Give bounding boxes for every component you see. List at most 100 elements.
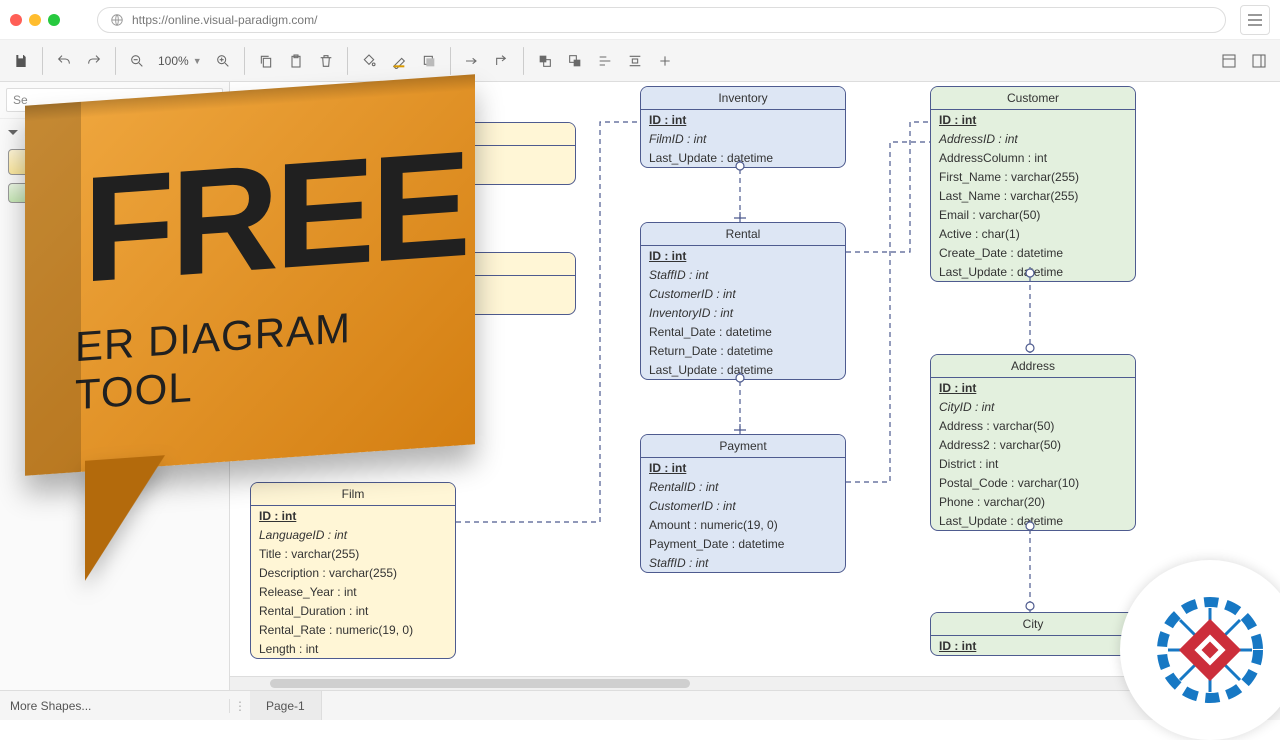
more-shapes-button[interactable]: More Shapes... [0,699,230,713]
distribute-button[interactable] [621,47,649,75]
entity-city[interactable]: City ID : int [930,612,1136,656]
entity-field: FilmID : int [641,129,845,148]
to-front-button[interactable] [531,47,559,75]
connector-elbow-button[interactable] [488,47,516,75]
entity-field: AddressID : int [931,129,1135,148]
zoom-in-button[interactable] [209,47,237,75]
entity-title: Rental [641,223,845,246]
app-body: Se En Film ID : int LanguageID : intTitl… [0,82,1280,690]
entity-film[interactable]: Film ID : int LanguageID : intTitle : va… [250,482,456,659]
more-shapes-label: More Shapes... [10,699,91,713]
paste-button[interactable] [282,47,310,75]
entity-field: RentalID : int [641,477,845,496]
entity-field: Phone : varchar(20) [931,492,1135,511]
entity-rental[interactable]: Rental ID : int StaffID : intCustomerID … [640,222,846,380]
entity-field: StaffID : int [641,265,845,284]
entity-field: Rental_Duration : int [251,601,455,620]
entity-inventory[interactable]: Inventory ID : int FilmID : intLast_Upda… [640,86,846,168]
shadow-button[interactable] [415,47,443,75]
app-toolbar: 100% ▼ [0,40,1280,82]
outline-panel-button[interactable] [1245,47,1273,75]
scroll-thumb[interactable] [270,679,690,688]
add-button[interactable] [651,47,679,75]
zoom-out-button[interactable] [123,47,151,75]
shape-search-input[interactable]: Se [6,88,223,112]
entity-hidden-1[interactable] [370,122,576,185]
entity-address[interactable]: Address ID : int CityID : intAddress : v… [930,354,1136,531]
entity-field: District : int [931,454,1135,473]
zoom-value: 100% [158,54,189,68]
entity-field: AddressColumn : int [931,148,1135,167]
entity-field: Last_Update : datetime [641,360,845,379]
maximize-window-dot[interactable] [48,14,60,26]
entity-pk: ID : int [641,246,845,265]
align-button[interactable] [591,47,619,75]
entity-field: CityID : int [931,397,1135,416]
zoom-level[interactable]: 100% ▼ [158,54,202,68]
entity-field: Description : varchar(255) [251,563,455,582]
stroke-color-button[interactable] [385,47,413,75]
entity-title: Address [931,355,1135,378]
entity-hidden-2[interactable] [370,252,576,315]
entity-field: Postal_Code : varchar(10) [931,473,1135,492]
connector-straight-button[interactable] [458,47,486,75]
entity-field: First_Name : varchar(255) [931,167,1135,186]
entity-pk: ID : int [931,110,1135,129]
entity-field: Address2 : varchar(50) [931,435,1135,454]
address-bar[interactable]: https://online.visual-paradigm.com/ [97,7,1226,33]
minimize-window-dot[interactable] [29,14,41,26]
entity-pk: ID : int [251,506,455,525]
shape-category[interactable]: En [0,118,229,145]
entity-pk: ID : int [931,636,1135,655]
browser-menu-button[interactable] [1240,5,1270,35]
entity-pk: ID : int [641,110,845,129]
redo-button[interactable] [80,47,108,75]
delete-button[interactable] [312,47,340,75]
visual-paradigm-logo-icon [1150,590,1270,710]
to-back-button[interactable] [561,47,589,75]
page-grip-icon[interactable]: ⋮ [230,699,250,713]
save-button[interactable] [7,47,35,75]
entity-field: Rental_Date : datetime [641,322,845,341]
entity-field: Email : varchar(50) [931,205,1135,224]
entity-payment[interactable]: Payment ID : int RentalID : intCustomerI… [640,434,846,573]
globe-icon [110,13,124,27]
entity-field: CustomerID : int [641,496,845,515]
page-tab-label: Page-1 [266,699,305,713]
page-tab[interactable]: Page-1 [250,691,322,720]
entity-field: Amount : numeric(19, 0) [641,515,845,534]
entity-field: Active : char(1) [931,224,1135,243]
copy-button[interactable] [252,47,280,75]
entity-field: Length : int [251,639,455,658]
category-label: En [24,125,39,139]
entity-customer[interactable]: Customer ID : int AddressID : intAddress… [930,86,1136,282]
entity-title: Customer [931,87,1135,110]
entity-field: LanguageID : int [251,525,455,544]
shapes-panel: Se En [0,82,230,690]
canvas-h-scrollbar[interactable] [230,676,1280,690]
status-bar: More Shapes... ⋮ Page-1 [0,690,1280,720]
fill-color-button[interactable] [355,47,383,75]
entity-field: Create_Date : datetime [931,243,1135,262]
entity-field: StaffID : int [641,553,845,572]
entity-field: Last_Update : datetime [931,262,1135,281]
format-panel-button[interactable] [1215,47,1243,75]
entity-field: Address : varchar(50) [931,416,1135,435]
entity-field: Last_Update : datetime [931,511,1135,530]
entity-field: CustomerID : int [641,284,845,303]
entity-field: Return_Date : datetime [641,341,845,360]
entity-field: Title : varchar(255) [251,544,455,563]
diagram-canvas[interactable]: Film ID : int LanguageID : intTitle : va… [230,82,1280,690]
entity-field: Release_Year : int [251,582,455,601]
entity-title: Film [251,483,455,506]
entity-shape-green[interactable] [8,183,62,203]
entity-shape-yellow[interactable] [8,149,62,175]
entity-field: Rental_Rate : numeric(19, 0) [251,620,455,639]
entity-field: Payment_Date : datetime [641,534,845,553]
entity-field: InventoryID : int [641,303,845,322]
undo-button[interactable] [50,47,78,75]
close-window-dot[interactable] [10,14,22,26]
entity-title: Inventory [641,87,845,110]
entity-pk: ID : int [931,378,1135,397]
browser-chrome: https://online.visual-paradigm.com/ [0,0,1280,40]
